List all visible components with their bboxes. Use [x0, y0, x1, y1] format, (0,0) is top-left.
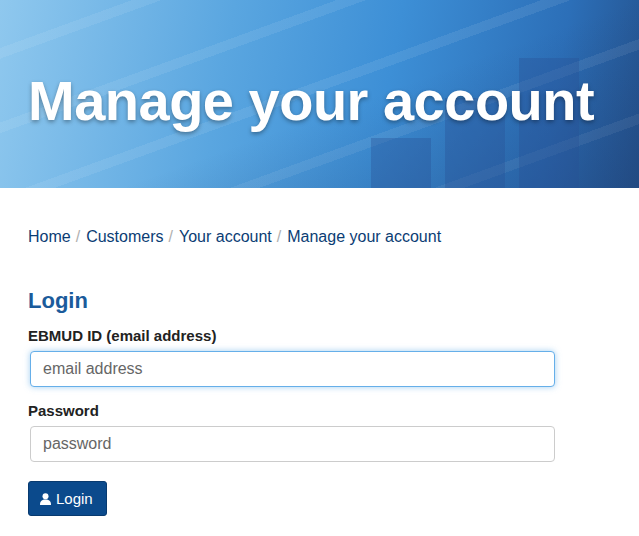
breadcrumb: Home/Customers/Your account/Manage your … — [28, 226, 611, 248]
button-row: Login — [28, 462, 611, 516]
login-button-label: Login — [56, 490, 93, 507]
page-title: Manage your account — [28, 68, 594, 133]
user-icon — [40, 493, 51, 505]
login-heading: Login — [28, 288, 611, 314]
field-label: EBMUD ID (email address) — [28, 326, 611, 346]
password-input[interactable] — [30, 426, 555, 462]
main-content: Home/Customers/Your account/Manage your … — [0, 188, 639, 516]
header-banner: Manage your account — [0, 0, 639, 188]
breadcrumb-link[interactable]: Home — [28, 226, 71, 248]
email-input[interactable] — [30, 351, 555, 387]
breadcrumb-link[interactable]: Your account — [179, 226, 272, 248]
login-button[interactable]: Login — [28, 481, 107, 516]
breadcrumb-separator: / — [272, 226, 287, 248]
field-label: Password — [28, 401, 611, 421]
banner-bar — [371, 138, 431, 188]
breadcrumb-link[interactable]: Manage your account — [287, 226, 441, 248]
breadcrumb-separator: / — [164, 226, 179, 248]
breadcrumb-link[interactable]: Customers — [86, 226, 163, 248]
breadcrumb-separator: / — [71, 226, 86, 248]
